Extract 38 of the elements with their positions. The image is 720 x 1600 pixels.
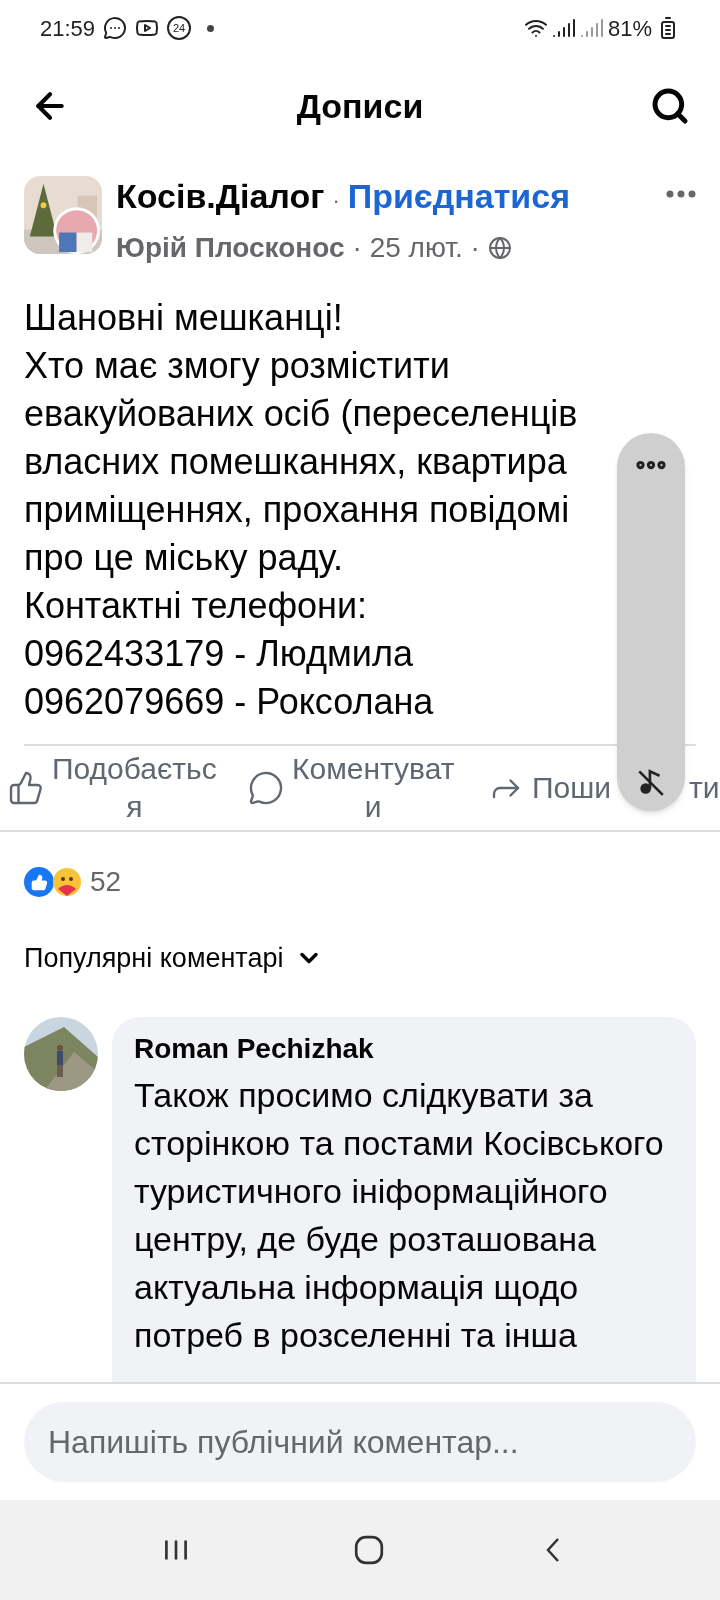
comment-text: Також просимо слідкувати за сторінкою та постами Косівського туристичного ініформаційного центру, де буде розташована актуальна інформація щодо потреб в розселенні та інша: [134, 1074, 665, 1356]
post-text-line: Хто має змогу розмістити: [24, 344, 450, 388]
clock: 21:59: [40, 14, 96, 43]
like-reaction-icon: [24, 867, 54, 897]
like-button[interactable]: Подобаєтьс я: [0, 750, 240, 826]
care-reaction-icon: [52, 867, 82, 897]
page-title: Дописи: [296, 85, 424, 127]
back-nav-button[interactable]: [545, 1538, 560, 1562]
comment-icon: [248, 770, 284, 806]
post-text-line: евакуйованих осіб (переселенців: [24, 392, 578, 436]
globe-icon: [487, 236, 512, 260]
share-button[interactable]: Поши ти: [480, 769, 720, 807]
post-text-line: про це міську раду.: [24, 536, 343, 580]
comments-sort-label[interactable]: Популярні коментарі: [24, 938, 284, 979]
join-link[interactable]: Приєднатися: [347, 176, 570, 216]
post-text-line: приміщеннях, прохання повідомі: [24, 488, 570, 532]
battery-level: 81%: [607, 14, 652, 43]
comment-input[interactable]: Напишіть публічний коментар...: [24, 1402, 696, 1482]
comment-button[interactable]: Коментуват и: [240, 750, 480, 826]
group-name[interactable]: Косів.Діалог: [116, 176, 325, 216]
post-text-line: Шановні мешканці!: [24, 296, 343, 340]
search-button[interactable]: [650, 86, 690, 126]
post-text-line: власних помешканнях, квартира: [24, 440, 567, 484]
comment-author[interactable]: Roman Pechizhak: [134, 1030, 674, 1067]
post-text-line: 0962079669 - Роксолана: [24, 680, 434, 724]
post-text-line: Контактні телефони:: [24, 584, 368, 628]
reaction-count[interactable]: 52: [90, 861, 122, 903]
messenger-icon: [103, 16, 128, 40]
post-date: · 25 лют. ·: [352, 231, 480, 265]
post-text-line: 0962433179 - Людмила: [24, 632, 413, 676]
author-name[interactable]: Юрій Плосконос: [116, 227, 345, 269]
separator: ·: [332, 187, 340, 215]
notification-badge: 24: [167, 16, 192, 40]
signal-icon: [579, 16, 604, 40]
like-icon: [8, 770, 44, 806]
signal-icon: [551, 16, 576, 40]
home-button[interactable]: [353, 1534, 385, 1566]
more-icon[interactable]: [666, 190, 696, 198]
